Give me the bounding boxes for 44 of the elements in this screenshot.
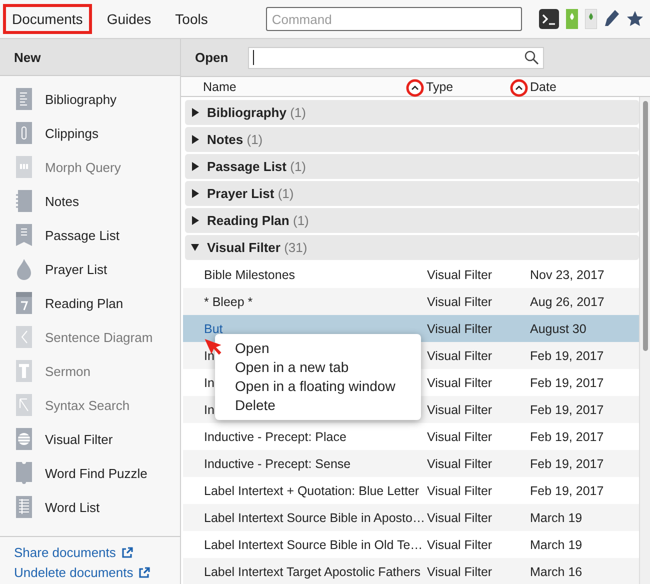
- table-cell: Visual Filter: [427, 456, 492, 470]
- table-cell: March 19: [530, 510, 582, 524]
- open-label: Open: [195, 50, 228, 65]
- table-cell: Aug 26, 2017: [530, 294, 604, 308]
- table-cell: * Bleep *: [204, 294, 253, 308]
- table-cell: Visual Filter: [427, 430, 492, 444]
- table-cell: Feb 19, 2017: [530, 456, 604, 470]
- table-cell: In: [204, 376, 214, 390]
- table-cell: August 30: [530, 322, 586, 336]
- table-cell: Visual Filter: [427, 510, 492, 524]
- table-cell: Visual Filter: [427, 322, 492, 336]
- table-cell: Feb 19, 2017: [530, 376, 604, 390]
- table-cell: March 19: [530, 538, 582, 552]
- table-cell: Nov 23, 2017: [530, 268, 604, 282]
- table-cell: Visual Filter: [427, 538, 492, 552]
- sidebar-header: New: [0, 39, 180, 76]
- table-cell: But: [204, 322, 223, 336]
- table-cell: Inductive - Precept: Place: [204, 430, 346, 444]
- table-cell: Visual Filter: [427, 402, 492, 416]
- group-label: Passage List (1): [207, 159, 306, 174]
- table-cell: Visual Filter: [427, 268, 492, 282]
- table-cell: Bible Milestones: [204, 268, 296, 282]
- table-cell: Label Intertext Source Bible in Old Te…: [204, 538, 423, 552]
- table-cell: In: [204, 348, 214, 362]
- table-cell: Feb 19, 2017: [530, 484, 604, 498]
- table-cell: Label Intertext Target Apostolic Fathers: [204, 564, 421, 578]
- group-label: Prayer List (1): [207, 186, 294, 201]
- table-cell: Visual Filter: [427, 564, 492, 578]
- table-cell: Feb 19, 2017: [530, 402, 604, 416]
- table-cell: Visual Filter: [427, 484, 492, 498]
- table-cell: Feb 19, 2017: [530, 430, 604, 444]
- table-cell: Visual Filter: [427, 376, 492, 390]
- table-cell: March 16: [530, 564, 582, 578]
- table-cell: Label Intertext + Quotation: Blue Letter: [204, 484, 420, 498]
- table-cell: Label Intertext Source Bible in Aposto…: [204, 510, 425, 524]
- table-cell: In: [204, 402, 214, 416]
- table-cell: Feb 19, 2017: [530, 348, 604, 362]
- group-label: Bibliography (1): [207, 105, 306, 120]
- table-cell: Visual Filter: [427, 294, 492, 308]
- table-cell: Inductive - Precept: Sense: [204, 456, 351, 470]
- table-cell: Visual Filter: [427, 348, 492, 362]
- group-label: Notes (1): [207, 132, 263, 147]
- group-label: Visual Filter (31): [207, 240, 308, 255]
- group-label: Reading Plan (1): [207, 213, 309, 228]
